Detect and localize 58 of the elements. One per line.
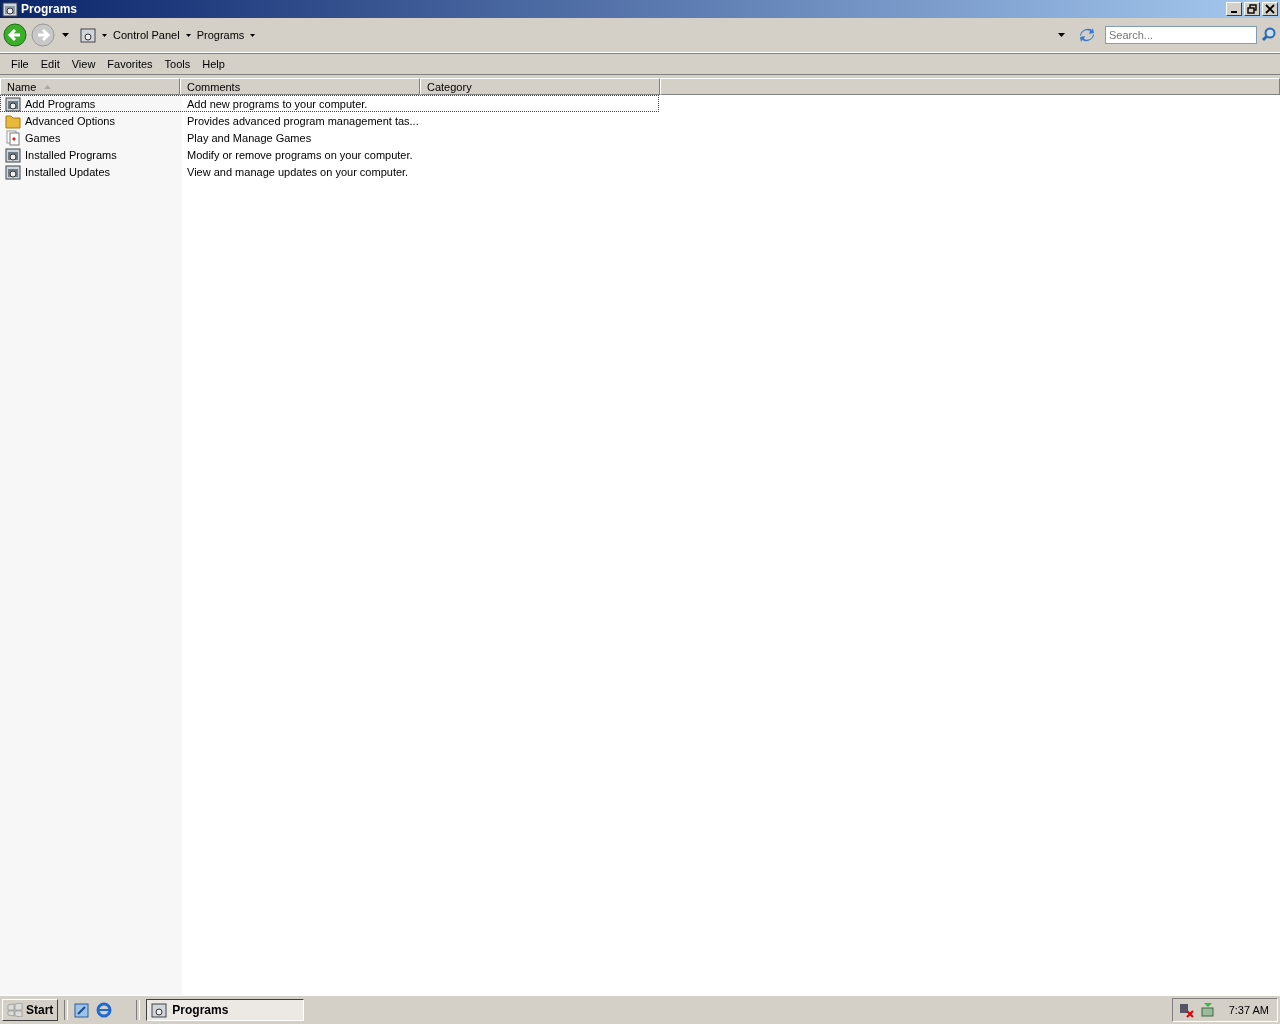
- playing-cards-icon: [5, 129, 21, 146]
- caret-icon[interactable]: [250, 33, 256, 37]
- program-name: Add Programs: [25, 97, 96, 110]
- program-name: Installed Programs: [25, 148, 117, 161]
- program-name: Advanced Options: [25, 114, 115, 127]
- search-icon[interactable]: [1261, 27, 1277, 43]
- menu-item[interactable]: Tools: [158, 56, 197, 72]
- program-name: Games: [25, 131, 61, 144]
- start-button[interactable]: Start: [2, 999, 59, 1021]
- forward-button[interactable]: [31, 23, 55, 47]
- clock: 7:37 AM: [1228, 1004, 1269, 1016]
- windows-logo-icon: [7, 1003, 23, 1017]
- control-panel-icon: [151, 1002, 168, 1018]
- browser-icon[interactable]: [96, 1002, 113, 1018]
- comment-text: Add new programs to your computer.: [186, 97, 368, 110]
- caret-icon[interactable]: [102, 33, 107, 37]
- comment-text: Modify or remove programs on your computer.: [186, 148, 413, 161]
- back-button[interactable]: [3, 23, 27, 47]
- menu-item[interactable]: Favorites: [101, 56, 159, 72]
- breadcrumb-link[interactable]: Control Panel: [113, 29, 180, 41]
- quick-launch-icon[interactable]: [74, 1002, 91, 1018]
- caret-icon[interactable]: [62, 33, 69, 37]
- program-box-icon: [5, 95, 21, 112]
- breadcrumb-link[interactable]: Programs: [196, 29, 245, 41]
- refresh-icon[interactable]: [1079, 27, 1095, 43]
- list-row[interactable]: Add Programs Add new programs to your computer.: [0, 95, 659, 112]
- search-field[interactable]: Search...: [1105, 26, 1257, 44]
- minimize-button[interactable]: [1226, 2, 1242, 16]
- dropdown-caret-icon[interactable]: [1058, 33, 1065, 37]
- folder-icon: [5, 112, 21, 129]
- network-disconnected-icon[interactable]: [1178, 1002, 1195, 1018]
- program-box-icon: [5, 163, 21, 180]
- program-box-icon: [5, 146, 21, 163]
- column-header[interactable]: Category: [420, 78, 660, 95]
- menu-item[interactable]: Edit: [34, 56, 66, 72]
- comment-text: View and manage updates on your computer.: [186, 165, 409, 178]
- list-row[interactable]: Installed Updates View and manage updates on your computer.: [0, 163, 659, 180]
- list-row[interactable]: Installed Programs Modify or remove programs on your computer.: [0, 146, 659, 163]
- taskbar-button[interactable]: Programs: [146, 999, 305, 1021]
- close-icon: [1265, 4, 1275, 14]
- menu-item[interactable]: Help: [196, 56, 231, 72]
- comment-text: Play and Manage Games: [186, 131, 312, 144]
- window-title: Programs: [21, 2, 78, 16]
- caret-icon[interactable]: [185, 33, 191, 37]
- list-row[interactable]: Games Play and Manage Games: [0, 129, 659, 146]
- comment-text: Provides advanced program management tas...: [186, 114, 419, 127]
- menu-item[interactable]: View: [65, 56, 102, 72]
- close-button[interactable]: [1262, 2, 1278, 16]
- program-name: Installed Updates: [25, 165, 110, 178]
- column-header[interactable]: Name: [0, 78, 180, 95]
- restore-icon: [1247, 4, 1257, 14]
- control-panel-icon: [2, 1, 18, 17]
- menu-item[interactable]: File: [5, 56, 35, 72]
- control-panel-icon: [80, 27, 96, 43]
- list-row[interactable]: Advanced Options Provides advanced program management tas...: [0, 112, 659, 129]
- column-header[interactable]: Comments: [180, 78, 420, 95]
- minimize-icon: [1231, 11, 1237, 13]
- restore-button[interactable]: [1244, 2, 1260, 16]
